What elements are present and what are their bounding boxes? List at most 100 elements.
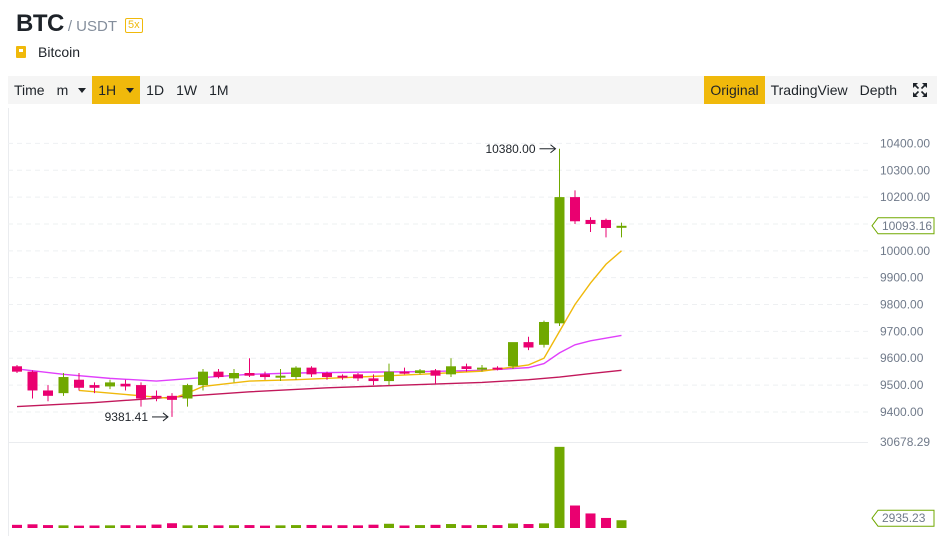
tradingview-tab[interactable]: TradingView [765, 76, 854, 104]
volume-max-label: 30678.29 [880, 435, 930, 449]
price-tick-label: 9900.00 [880, 271, 924, 285]
coin-info-icon [16, 46, 26, 58]
candle-body [89, 385, 100, 388]
volume-bar [43, 525, 53, 528]
ma-long-line [16, 369, 622, 408]
expand-icon[interactable] [903, 76, 937, 104]
price-tick-label: 9800.00 [880, 298, 924, 312]
candle-body [244, 373, 255, 376]
volume-bar [384, 523, 394, 528]
candle-body [136, 385, 146, 399]
candle-body [415, 370, 425, 374]
volume-bar [616, 520, 627, 528]
volume-bar [120, 525, 131, 528]
volume-bar [105, 525, 115, 528]
volume-bar [167, 523, 177, 528]
price-tick-label: 9400.00 [880, 405, 924, 419]
volume-bar [430, 524, 441, 528]
candle-body [616, 225, 627, 228]
candle-body [554, 197, 565, 324]
high-price-annotation: 10380.00 [485, 142, 535, 156]
volume-bar [368, 524, 379, 528]
candle-body [430, 370, 441, 376]
volume-bar [89, 525, 100, 528]
volume-bar [27, 524, 38, 528]
candle-body [167, 395, 177, 400]
volume-bar [244, 525, 255, 528]
volume-bar [182, 525, 193, 528]
candle-body [306, 367, 317, 375]
candle-body [213, 371, 224, 378]
hour-interval-dropdown[interactable]: 1H [92, 76, 141, 104]
candle-body [353, 374, 363, 379]
current-volume-label: 2935.23 [882, 511, 926, 525]
candlestick-chart[interactable]: 10400.0010300.0010200.0010100.0010000.00… [8, 108, 937, 536]
price-tick-label: 9500.00 [880, 378, 924, 392]
depth-tab[interactable]: Depth [854, 76, 903, 104]
leverage-badge: 5x [125, 18, 143, 33]
chart-canvas[interactable]: 10400.0010300.0010200.0010100.0010000.00… [8, 108, 937, 536]
interval-1d-button[interactable]: 1D [140, 76, 170, 104]
candle-body [182, 385, 193, 399]
volume-bar [461, 525, 472, 528]
candle-body [461, 366, 472, 369]
candle-body [105, 382, 115, 387]
pair-quote-symbol: / USDT [67, 18, 117, 35]
candle-body [198, 371, 208, 386]
pair-base-symbol: BTC [16, 10, 64, 37]
candle-body [368, 378, 379, 382]
volume-bar [477, 524, 487, 528]
volume-bar [337, 525, 348, 528]
candle-body [322, 373, 332, 378]
volume-bar [58, 525, 69, 528]
volume-bar [399, 525, 410, 528]
volume-bar [306, 524, 317, 528]
interval-1m-button[interactable]: 1M [203, 76, 234, 104]
candle-body [601, 219, 611, 228]
time-button[interactable]: Time [8, 76, 51, 104]
hour-interval-label: 1H [98, 82, 117, 98]
coin-name[interactable]: Bitcoin [38, 44, 80, 60]
candle-body [229, 373, 239, 379]
volume-bar [446, 524, 456, 528]
price-tick-label: 10200.00 [880, 190, 930, 204]
candle-body [275, 375, 286, 378]
volume-bar [151, 524, 162, 528]
candle-body [120, 383, 131, 387]
minute-interval-dropdown[interactable]: m [51, 76, 93, 104]
volume-bar [213, 525, 224, 528]
original-view-tab[interactable]: Original [704, 76, 765, 104]
volume-bar [291, 525, 301, 528]
volume-bar [322, 525, 332, 528]
volume-bar [492, 525, 503, 528]
candle-body [27, 371, 38, 391]
candle-body [74, 379, 84, 388]
volume-bar [229, 525, 239, 528]
candle-body [291, 367, 301, 378]
volume-bar [260, 525, 270, 528]
current-price-label: 10093.16 [882, 219, 932, 233]
candle-body [58, 377, 69, 394]
candle-body [337, 375, 348, 378]
volume-bar [136, 525, 146, 528]
volume-bar [12, 524, 22, 528]
low-price-annotation: 9381.41 [105, 410, 149, 424]
volume-bar [275, 525, 286, 528]
chevron-down-icon [126, 87, 135, 93]
candle-body [151, 395, 162, 398]
price-tick-label: 9600.00 [880, 351, 924, 365]
chevron-down-icon [78, 87, 87, 93]
interval-1w-button[interactable]: 1W [170, 76, 203, 104]
volume-bar [74, 525, 84, 528]
candle-body [384, 371, 394, 382]
price-tick-label: 10000.00 [880, 244, 930, 258]
volume-bar [198, 525, 208, 528]
candle-body [260, 374, 270, 378]
price-tick-label: 9700.00 [880, 324, 924, 338]
price-tick-label: 10300.00 [880, 163, 930, 177]
candle-body [570, 197, 580, 222]
candle-body [477, 367, 487, 370]
candle-body [12, 366, 22, 372]
candle-body [446, 366, 456, 375]
candle-body [492, 367, 503, 370]
